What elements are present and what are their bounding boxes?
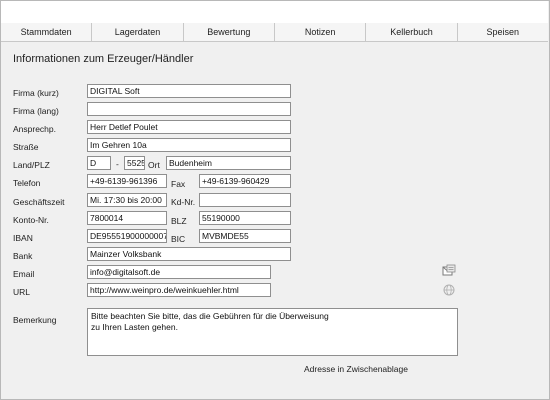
label-bic: BIC — [171, 234, 186, 244]
tab-bar: Stammdaten Lagerdaten Bewertung Notizen … — [1, 23, 548, 42]
label-iban: IBAN — [13, 233, 33, 243]
plz-separator: - — [116, 159, 119, 169]
globe-icon[interactable] — [442, 283, 456, 297]
plz-field[interactable]: 5525 — [124, 156, 145, 170]
firma-kurz-field[interactable]: DIGITAL Soft — [87, 84, 291, 98]
tab-bewertung[interactable]: Bewertung — [184, 23, 275, 41]
tab-kellerbuch[interactable]: Kellerbuch — [366, 23, 458, 41]
label-fax: Fax — [171, 179, 186, 189]
tab-notizen[interactable]: Notizen — [275, 23, 367, 41]
section-title: Informationen zum Erzeuger/Händler — [13, 53, 194, 65]
bemerkung-textarea[interactable]: Bitte beachten Sie bitte, das die Gebühr… — [87, 308, 458, 356]
top-bar — [1, 1, 548, 24]
tab-speisen[interactable]: Speisen — [458, 23, 548, 41]
telefon-field[interactable]: +49-6139-961396 — [87, 174, 167, 188]
label-bemerkung: Bemerkung — [13, 315, 57, 325]
email-field[interactable]: info@digitalsoft.de — [87, 265, 271, 279]
ansprechpartner-field[interactable]: Herr Detlef Poulet — [87, 120, 291, 134]
label-firma-lang: Firma (lang) — [13, 106, 59, 116]
label-url: URL — [13, 287, 31, 297]
label-telefon: Telefon — [13, 178, 41, 188]
geschaeftszeit-field[interactable]: Mi. 17:30 bis 20:00 — [87, 193, 167, 207]
kdnr-field[interactable] — [199, 193, 291, 207]
blz-field[interactable]: 55190000 — [199, 211, 291, 225]
konto-field[interactable]: 7800014 — [87, 211, 167, 225]
fax-field[interactable]: +49-6139-960429 — [199, 174, 291, 188]
label-blz: BLZ — [171, 216, 187, 226]
iban-field[interactable]: DE95551900000007 — [87, 229, 167, 243]
label-konto: Konto-Nr. — [13, 215, 49, 225]
tab-stammdaten[interactable]: Stammdaten — [1, 23, 93, 41]
bank-field[interactable]: Mainzer Volksbank — [87, 247, 291, 261]
land-field[interactable]: D — [87, 156, 111, 170]
firma-lang-field[interactable] — [87, 102, 291, 116]
label-bank: Bank — [13, 251, 33, 261]
label-email: Email — [13, 269, 35, 279]
strasse-field[interactable]: Im Gehren 10a — [87, 138, 291, 152]
copy-address-button[interactable]: Adresse in Zwischenablage — [304, 364, 408, 374]
tab-lagerdaten[interactable]: Lagerdaten — [92, 23, 184, 41]
label-kdnr: Kd-Nr. — [171, 197, 196, 207]
label-geschaeftszeit: Geschäftszeit — [13, 197, 65, 207]
label-firma-kurz: Firma (kurz) — [13, 88, 59, 98]
label-ort: Ort — [148, 160, 160, 170]
bic-field[interactable]: MVBMDE55 — [199, 229, 291, 243]
label-land-plz: Land/PLZ — [13, 160, 50, 170]
label-ansprechpartner: Ansprechp. — [13, 124, 56, 134]
url-field[interactable]: http://www.weinpro.de/weinkuehler.html — [87, 283, 271, 297]
label-strasse: Straße — [13, 142, 39, 152]
ort-field[interactable]: Budenheim — [166, 156, 291, 170]
mail-icon[interactable] — [442, 264, 456, 278]
